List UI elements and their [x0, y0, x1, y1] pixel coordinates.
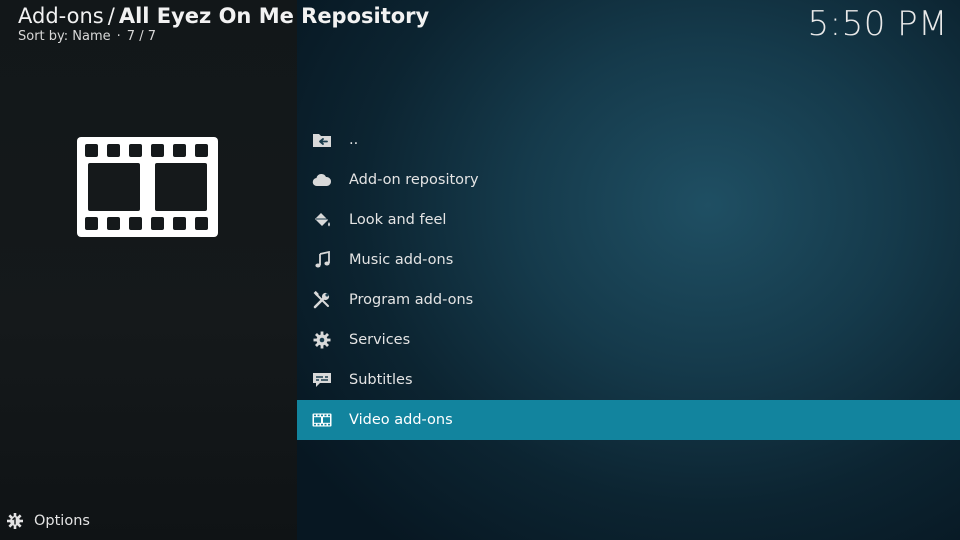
music-note-icon [311, 249, 333, 271]
film-strip-icon [77, 137, 218, 237]
film-icon [311, 409, 333, 431]
options-label: Options [34, 513, 90, 529]
options-button[interactable]: Options [6, 510, 90, 532]
breadcrumb-root: Add-ons [18, 4, 104, 28]
list-item-label: Program add-ons [349, 292, 474, 308]
list-item-label: .. [349, 132, 359, 148]
list-item-label: Add-on repository [349, 172, 479, 188]
list-item-label: Services [349, 332, 411, 348]
list-item-label: Look and feel [349, 212, 447, 228]
list-item-addon-repository[interactable]: Add-on repository [297, 160, 960, 200]
list-item-music-addons[interactable]: Music add-ons [297, 240, 960, 280]
options-gear-icon [6, 512, 24, 530]
kodi-screen: Add-ons / All Eyez On Me Repository Sort b… [0, 0, 960, 540]
breadcrumb: Add-ons / All Eyez On Me Repository [18, 2, 429, 30]
list-item-subtitles[interactable]: Subtitles [297, 360, 960, 400]
sort-label: Sort by: Name [18, 29, 111, 44]
cloud-icon [311, 169, 333, 191]
subtitles-icon [311, 369, 333, 391]
list-item-services[interactable]: Services [297, 320, 960, 360]
list-item-parent[interactable]: .. [297, 120, 960, 160]
left-panel [0, 0, 297, 540]
list-item-label: Music add-ons [349, 252, 454, 268]
clock: 5:50 PM [807, 4, 948, 44]
list-item-program-addons[interactable]: Program add-ons [297, 280, 960, 320]
list-item-video-addons[interactable]: Video add-ons [297, 400, 960, 440]
tools-icon [311, 289, 333, 311]
header: Add-ons / All Eyez On Me Repository Sort b… [18, 2, 429, 45]
category-list: .. Add-on repository Look and feel Music… [297, 120, 960, 440]
list-item-look-and-feel[interactable]: Look and feel [297, 200, 960, 240]
sort-separator: · [116, 29, 121, 44]
item-count: 7 / 7 [126, 29, 156, 44]
list-item-label: Subtitles [349, 372, 413, 388]
sort-info: Sort by: Name · 7 / 7 [18, 29, 429, 45]
paint-bucket-icon [311, 209, 333, 231]
breadcrumb-separator: / [107, 4, 115, 28]
list-item-label: Video add-ons [349, 412, 453, 428]
parent-folder-icon [311, 129, 333, 151]
page-title: All Eyez On Me Repository [118, 4, 430, 28]
gear-icon [311, 329, 333, 351]
